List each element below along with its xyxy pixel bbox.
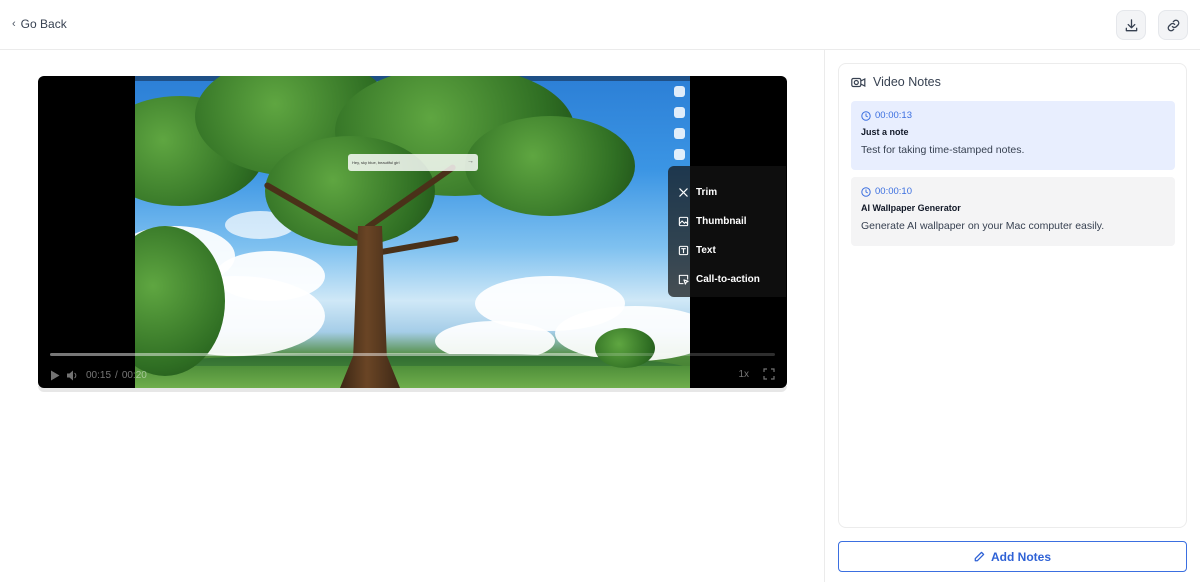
- note-time-value: 00:00:10: [875, 186, 912, 197]
- app-icon: [674, 86, 685, 97]
- cursor-icon: [678, 274, 689, 285]
- go-back-label: Go Back: [20, 17, 67, 31]
- chevron-left-icon: ‹: [12, 18, 16, 30]
- link-icon: [1167, 19, 1179, 31]
- download-button[interactable]: [1116, 10, 1146, 40]
- arrow-right-icon: →: [467, 158, 474, 165]
- note-title: Just a note: [861, 127, 909, 137]
- clock-icon: [861, 110, 871, 121]
- note-item[interactable]: 00:00:13 Just a note Test for taking tim…: [851, 101, 1175, 170]
- progress-bar[interactable]: [50, 353, 775, 356]
- go-back-button[interactable]: ‹ Go Back: [12, 17, 67, 31]
- notes-title: Video Notes: [873, 75, 941, 89]
- tool-trim[interactable]: Trim: [678, 178, 786, 207]
- tool-label: Text: [696, 245, 716, 256]
- image-icon: [678, 216, 689, 227]
- foliage: [595, 328, 655, 368]
- video-tool-menu: Trim Thumbnail Text Call-to-action: [668, 166, 786, 297]
- tool-thumbnail[interactable]: Thumbnail: [678, 207, 786, 236]
- player-controls: 00:15 / 00:20 1x: [50, 368, 775, 382]
- tool-label: Call-to-action: [696, 274, 760, 285]
- copy-link-button[interactable]: [1158, 10, 1188, 40]
- app-icon: [674, 149, 685, 160]
- scissors-icon: [679, 188, 688, 197]
- note-body: Test for taking time-stamped notes.: [861, 144, 1025, 156]
- fullscreen-icon[interactable]: [763, 368, 775, 383]
- app-icon: [674, 107, 685, 118]
- note-timestamp[interactable]: 00:00:10: [861, 186, 1165, 197]
- playback-speed[interactable]: 1x: [738, 369, 749, 380]
- add-notes-button[interactable]: Add Notes: [838, 541, 1187, 572]
- current-time: 00:15: [86, 369, 112, 381]
- dock-icons: [673, 82, 687, 162]
- tool-label: Thumbnail: [696, 216, 747, 227]
- prompt-text: Hey, sky blue, beautiful girl: [352, 160, 400, 165]
- duration: 00:20: [121, 369, 147, 381]
- progress-fill: [50, 353, 594, 356]
- time-separator: /: [115, 369, 118, 381]
- note-body: Generate AI wallpaper on your Mac comput…: [861, 220, 1105, 232]
- clock-icon: [861, 186, 871, 197]
- video-notes-panel: Video Notes 00:00:13 Just a note Test fo…: [838, 63, 1187, 528]
- note-title: AI Wallpaper Generator: [861, 203, 961, 213]
- top-bar: ‹ Go Back: [0, 0, 1200, 50]
- video-notes-icon: [851, 77, 866, 87]
- notes-header: Video Notes: [851, 75, 941, 89]
- play-icon[interactable]: [50, 370, 60, 381]
- text-icon: [678, 245, 689, 256]
- prompt-bar: Hey, sky blue, beautiful girl →: [348, 154, 478, 171]
- app-icon: [674, 128, 685, 139]
- add-notes-label: Add Notes: [991, 549, 1051, 564]
- tool-label: Trim: [696, 187, 718, 198]
- video-player[interactable]: Hey, sky blue, beautiful girl → Trim Thu…: [38, 76, 787, 388]
- panel-divider: [824, 50, 825, 582]
- pencil-icon: [974, 551, 985, 562]
- video-frame: Hey, sky blue, beautiful girl →: [135, 76, 690, 388]
- note-time-value: 00:00:13: [875, 110, 912, 121]
- note-item[interactable]: 00:00:10 AI Wallpaper Generator Generate…: [851, 177, 1175, 246]
- tool-text[interactable]: Text: [678, 236, 786, 265]
- foliage: [465, 116, 635, 216]
- cloud: [215, 251, 325, 301]
- tool-call-to-action[interactable]: Call-to-action: [678, 265, 786, 294]
- download-icon: [1125, 18, 1137, 31]
- note-timestamp[interactable]: 00:00:13: [861, 110, 1165, 121]
- volume-icon[interactable]: [66, 370, 78, 381]
